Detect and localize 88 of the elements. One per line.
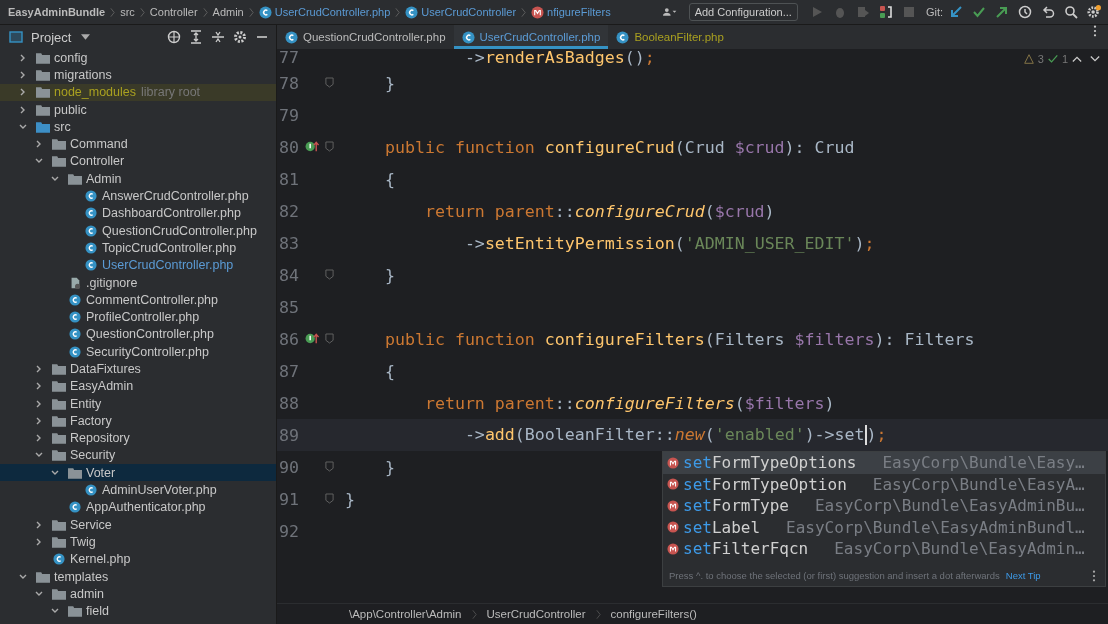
line-number: 85	[278, 297, 299, 317]
code-line: }	[383, 265, 395, 285]
completion-item[interactable]: setLabel EasyCorp\Bundle\EasyAdminBundl…	[663, 516, 1105, 538]
breadcrumb-item[interactable]: \App\Controller\Admin	[349, 608, 462, 620]
completion-item[interactable]: setFormTypeOptions EasyCorp\Bundle\Easy…	[663, 452, 1105, 474]
breadcrumb-item[interactable]: nfigureFilters	[547, 6, 611, 18]
tree-item[interactable]: Twig	[70, 534, 96, 549]
code-line: }	[383, 457, 395, 477]
line-number: 90	[278, 457, 299, 477]
completion-item[interactable]: setFormTypeOption EasyCorp\Bundle\EasyA…	[663, 473, 1105, 495]
code-line: }	[383, 73, 395, 93]
code-line: public function configureCrud(Crud $crud): Crud	[383, 137, 855, 157]
tree-item[interactable]: Entity	[70, 396, 102, 411]
tree-item[interactable]: UserCrudController.php	[102, 258, 234, 273]
tree-item[interactable]: Factory	[70, 413, 112, 428]
add-configuration-button[interactable]: Add Configuration...	[688, 3, 798, 21]
tree-item[interactable]: ProfileController.php	[86, 310, 200, 325]
tree-item[interactable]: TopicCrudController.php	[102, 240, 237, 255]
editor-tab[interactable]: QuestionCrudController.php	[277, 25, 454, 49]
line-number: 77	[278, 49, 299, 67]
library-root-label: library root	[141, 85, 201, 100]
code-line: {	[383, 169, 395, 189]
tree-item[interactable]: src	[54, 119, 71, 134]
tree-item[interactable]: templates	[54, 569, 109, 584]
next-tip-link[interactable]: Next Tip	[1005, 570, 1041, 581]
editor-tab[interactable]: BooleanFilter.php	[608, 25, 732, 49]
tree-item[interactable]: Controller	[70, 154, 125, 169]
tree-item[interactable]: field	[86, 604, 109, 619]
tree-item[interactable]: admin	[70, 586, 105, 601]
tree-item[interactable]: Admin	[86, 171, 122, 186]
tree-item[interactable]: migrations	[54, 67, 112, 82]
line-number: 83	[278, 233, 299, 253]
tree-item[interactable]: QuestionCrudController.php	[102, 223, 257, 238]
line-number: 81	[278, 169, 299, 189]
code-line: ->setEntityPermission('ADMIN_USER_EDIT');	[463, 233, 875, 253]
tree-item[interactable]: EasyAdmin	[70, 379, 134, 394]
editor-tab[interactable]: UserCrudController.php	[453, 25, 609, 49]
line-number: 78	[278, 73, 299, 93]
warning-count[interactable]: 3	[1037, 53, 1044, 65]
code-line: public function configureFilters(Filters $filters): Filters	[383, 329, 975, 349]
code-line: return parent::configureCrud($crud)	[423, 201, 775, 221]
line-number: 79	[278, 105, 299, 125]
line-number: 88	[278, 393, 299, 413]
code-line: ->renderAsBadges();	[463, 49, 655, 67]
code-line: ->add(BooleanFilter::new('enabled')->set);	[463, 424, 887, 446]
git-label: Git:	[925, 6, 943, 18]
line-number: 86	[278, 329, 299, 349]
tree-item[interactable]: AnswerCrudController.php	[102, 189, 249, 203]
hint-text: Press ^. to choose the selected (or first) suggestion and insert a dot afterwards	[669, 570, 1000, 581]
code-line: {	[383, 361, 395, 381]
breadcrumb-item[interactable]: EasyAdminBundle	[8, 6, 106, 18]
line-number: 84	[278, 265, 299, 285]
tree-item[interactable]: Security	[70, 448, 116, 463]
tree-item[interactable]: Service	[70, 517, 112, 532]
tree-item[interactable]: Repository	[70, 431, 130, 446]
code-line: }	[345, 489, 355, 509]
tree-item[interactable]: .gitignore	[86, 275, 138, 290]
completion-item[interactable]: setFilterFqcn EasyCorp\Bundle\EasyAdmin…	[663, 538, 1105, 560]
tree-item[interactable]: DashboardController.php	[102, 206, 241, 221]
line-number: 92	[278, 521, 299, 541]
tree-item[interactable]: Command	[70, 137, 128, 152]
tree-item[interactable]: node_modules	[54, 85, 136, 100]
tree-item[interactable]: QuestionController.php	[86, 327, 214, 342]
breadcrumb-item[interactable]: UserCrudController	[486, 608, 586, 620]
line-number: 87	[278, 361, 299, 381]
breadcrumb-item[interactable]: UserCrudController	[421, 6, 517, 18]
line-number: 89	[278, 425, 299, 445]
tree-item[interactable]: AdminUserVoter.php	[102, 483, 217, 498]
breadcrumb-item[interactable]: src	[120, 6, 135, 18]
tree-item[interactable]: SecurityController.php	[86, 344, 209, 359]
tree-item[interactable]: Voter	[86, 465, 116, 480]
tree-item[interactable]: DataFixtures	[70, 362, 141, 376]
tree-item[interactable]: public	[54, 102, 87, 117]
breadcrumb-item[interactable]: Admin	[212, 6, 244, 18]
tree-item[interactable]: AppAuthenticator.php	[86, 500, 206, 515]
line-number: 80	[278, 137, 299, 157]
passed-count[interactable]: 1	[1061, 53, 1068, 65]
tree-item[interactable]: Kernel.php	[70, 552, 131, 567]
breadcrumb-item[interactable]: configureFilters()	[610, 608, 697, 620]
line-number: 91	[278, 489, 299, 509]
completion-item[interactable]: setFormType EasyCorp\Bundle\EasyAdminBu…	[663, 495, 1105, 517]
line-number: 82	[278, 201, 299, 221]
tree-item[interactable]: config	[54, 50, 88, 65]
code-line: return parent::configureFilters($filters)	[423, 393, 835, 413]
tree-item[interactable]: CommentController.php	[86, 292, 218, 307]
panel-title[interactable]: Project	[31, 29, 72, 45]
breadcrumb-item[interactable]: Controller	[149, 6, 198, 18]
breadcrumb-item[interactable]: UserCrudController.php	[274, 6, 391, 18]
